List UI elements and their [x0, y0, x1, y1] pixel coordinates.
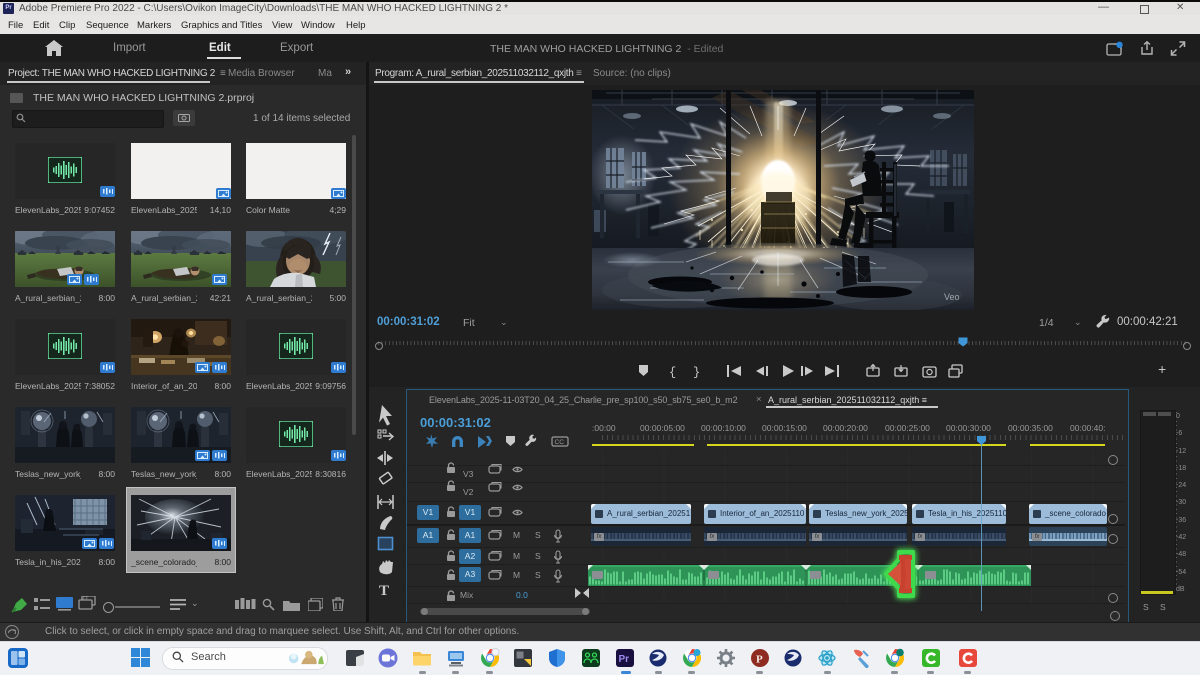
svg-text:M: M	[513, 530, 520, 540]
svg-text:S: S	[535, 530, 541, 540]
svg-text:}: }	[693, 366, 700, 380]
svg-text:Veo: Veo	[944, 292, 960, 302]
svg-text:T: T	[379, 583, 389, 599]
svg-text:FF: FF	[83, 596, 89, 601]
svg-text:CC: CC	[555, 439, 565, 446]
svg-text:M: M	[513, 551, 520, 561]
svg-text:S: S	[535, 551, 541, 561]
svg-text:Pr: Pr	[619, 654, 630, 665]
svg-text:{: {	[669, 366, 676, 380]
svg-text:S: S	[535, 570, 541, 580]
svg-text:M: M	[513, 570, 520, 580]
svg-text:P: P	[756, 654, 763, 666]
